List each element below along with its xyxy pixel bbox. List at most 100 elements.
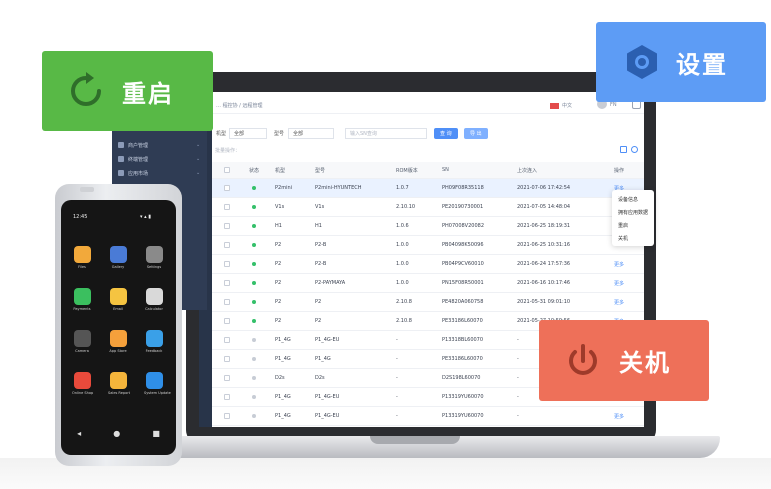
app-calculator[interactable]: Calculator [144,288,164,311]
sidebar-item-label: 商户管理 [128,142,149,149]
app-label: Online Shop [72,391,94,395]
sidebar-item-merchant[interactable]: 商户管理 ⌄ [118,138,200,152]
menu-device-info[interactable]: 设备信息 [618,196,638,203]
table-row[interactable]: P2 P2-B 1.0.0 PB04098K50096 2021-06-25 10:31… [212,236,644,255]
recents-icon[interactable]: ■ [152,429,160,438]
cell-rom: - [396,375,398,381]
more-link[interactable]: 更多 [614,293,624,311]
query-button[interactable]: 查 询 [434,128,458,139]
app-gallery[interactable]: Gallery [108,246,128,269]
language-switch[interactable]: 中文 [550,102,572,109]
row-checkbox[interactable] [224,185,230,191]
home-icon[interactable]: ● [113,429,120,438]
app-label: Files [78,265,86,269]
settings-badge[interactable]: 设置 [596,22,766,102]
row-checkbox[interactable] [224,413,230,419]
header-last-online: 上次连入 [517,167,538,174]
row-checkbox[interactable] [224,375,230,381]
cell-sn: PH07008V20082 [442,223,485,229]
type-select-value: 全部 [293,131,304,137]
back-icon[interactable]: ◂ [77,429,81,438]
model-filter-label: 机型 [216,131,227,137]
app-feedback[interactable]: Feedback [144,330,164,353]
cell-last: 2021-06-24 17:57:36 [517,261,571,267]
cell-sn: P13319YU60070 [442,394,484,400]
cell-machine: D2s [275,375,285,381]
phone-signal-icons: ▾ ▴ ▮ [140,214,151,220]
model-select-value: 全部 [234,131,245,137]
top-bar: … 程控协 / 远程管理 中文 FN [212,96,644,114]
table-row[interactable]: V1s V1s 2.10.10 PE20190730001 2021-07-05 14:… [212,198,644,217]
settings-small-icon[interactable] [631,146,638,153]
header-status: 状态 [249,167,260,174]
status-dot-icon [252,338,256,342]
model-select[interactable]: 全部 [229,128,267,139]
cell-sn: PH09F08R35118 [442,185,484,191]
copy-icon[interactable] [620,146,627,153]
filter-bar: 机型 全部 型号 全部 输入SN查询 查 询 导 出 [212,126,644,140]
app-store[interactable]: App Store [108,330,128,353]
row-checkbox[interactable] [224,204,230,210]
app-label: Gallery [111,265,125,269]
gallery-icon [109,246,127,263]
cell-sn: PE33186L60070 [442,318,483,324]
sn-search-input[interactable]: 输入SN查询 [345,128,427,139]
table-row[interactable]: P2 P2-B 1.0.0 PB04P9CV60010 2021-06-24 17:57… [212,255,644,274]
user-name[interactable]: FN [610,102,617,108]
cell-model: P2 [315,318,322,324]
export-button[interactable]: 导 出 [464,128,488,139]
cell-model: P1_4G-EU [315,413,340,419]
cell-machine: P1_4G [275,413,291,419]
table-row[interactable]: P2 P2-PAYMAYA 1.0.0 PN15F08R50001 2021-06-16… [212,274,644,293]
cloud-icon [145,372,163,389]
app-payment[interactable]: Payments [72,288,92,311]
row-checkbox[interactable] [224,242,230,248]
row-checkbox[interactable] [224,280,230,286]
cell-machine: P2 [275,318,282,324]
app-camera[interactable]: Camera [72,330,92,353]
row-checkbox[interactable] [224,337,230,343]
phone-screen [61,200,176,455]
table-row[interactable]: P2 P2 2.10.8 PE4820A060758 2021-05-31 09:01:… [212,293,644,312]
table-row[interactable]: P2mini P2mini-HYUNTECH 1.0.7 PH09F08R35118 2… [212,179,644,198]
more-link[interactable]: 更多 [614,274,624,292]
cell-sn: D2S198L60070 [442,375,481,381]
status-dot-icon [252,281,256,285]
sidebar-item-label: 终端管理 [128,156,149,163]
restart-badge[interactable]: 重启 [42,51,213,131]
app-label: Sales Report [108,391,131,395]
sidebar-item-appstore[interactable]: 应用市场 ⌄ [118,166,200,180]
row-checkbox[interactable] [224,318,230,324]
app-label: Calculator [145,307,163,311]
row-checkbox[interactable] [224,356,230,362]
merchant-icon [118,142,124,148]
status-dot-icon [252,300,256,304]
row-checkbox[interactable] [224,223,230,229]
select-all-checkbox[interactable] [224,167,230,173]
app-gear[interactable]: Settings [144,246,164,269]
app-email[interactable]: Email [108,288,128,311]
app-cart[interactable]: Online Shop [72,372,94,395]
app-chart[interactable]: Sales Report [108,372,131,395]
menu-shutdown[interactable]: 关机 [618,235,628,242]
table-row[interactable]: H1 H1 1.0.6 PH07008V20082 2021-06-25 18:19:3… [212,217,644,236]
row-checkbox[interactable] [224,299,230,305]
cell-rom: 1.0.0 [396,261,409,267]
row-checkbox[interactable] [224,394,230,400]
more-link[interactable]: 更多 [614,255,624,273]
chevron-down-icon: ⌄ [196,170,201,176]
status-dot-icon [252,205,256,209]
more-link[interactable]: 更多 [614,407,624,425]
sidebar-item-terminal[interactable]: 终端管理 ⌄ [118,152,200,166]
gear-icon [145,246,163,263]
app-folder[interactable]: Files [72,246,92,269]
app-cloud[interactable]: System Update [144,372,171,395]
menu-app-data[interactable]: 拥有应用数据 [618,209,648,216]
type-select[interactable]: 全部 [288,128,334,139]
status-dot-icon [252,186,256,190]
status-dot-icon [252,319,256,323]
row-checkbox[interactable] [224,261,230,267]
menu-restart[interactable]: 重启 [618,222,628,229]
table-row[interactable]: P1_4G P1_4G-EU - P13319YU60070 - 更多 [212,407,644,426]
power-badge[interactable]: 关机 [539,320,709,401]
